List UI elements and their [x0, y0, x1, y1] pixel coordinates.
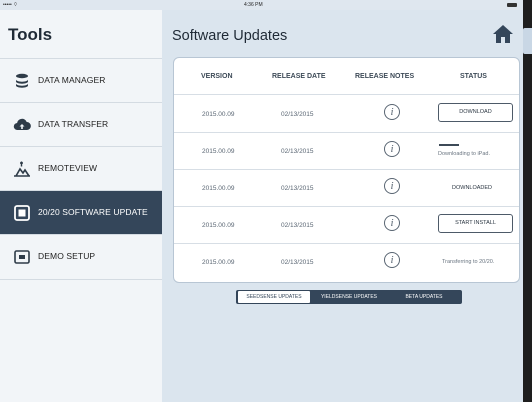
download-progress-bar — [439, 144, 459, 146]
table-row: 2015.00.09 02/13/2015 i DOWNLOAD — [174, 95, 519, 133]
version-cell: 2015.00.09 — [202, 185, 235, 192]
sidebar-item-software-update[interactable]: 20/20 SOFTWARE UPDATE — [0, 190, 162, 235]
sidebar-title: Tools — [8, 25, 53, 44]
sidebar-item-label: DEMO SETUP — [38, 251, 96, 261]
column-header-version: VERSION — [201, 73, 233, 80]
info-icon[interactable]: i — [384, 252, 400, 268]
page-title: Software Updates — [172, 28, 288, 44]
update-type-segmented-control: SEEDSENSE UPDATES YIELDSENSE UPDATES BET… — [236, 290, 462, 304]
segment-seedsense-updates[interactable]: SEEDSENSE UPDATES — [238, 291, 310, 303]
sidebar-item-data-transfer[interactable]: DATA TRANSFER — [0, 102, 162, 147]
database-icon — [13, 72, 31, 90]
side-tab — [523, 28, 532, 54]
table-row: 2015.00.09 02/13/2015 i Downloading to i… — [174, 132, 519, 170]
updates-table: VERSION RELEASE DATE RELEASE NOTES STATU… — [173, 57, 520, 283]
sidebar-item-label: REMOTEVIEW — [38, 163, 98, 173]
column-header-status: STATUS — [460, 73, 487, 80]
table-row: 2015.00.09 02/13/2015 i Transferring to … — [174, 243, 519, 280]
main-panel: Software Updates VERSION RELEASE DATE RE… — [162, 10, 523, 402]
battery-icon — [507, 3, 517, 7]
sidebar-item-label: DATA MANAGER — [38, 75, 106, 85]
status-text: Transferring to 20/20. — [442, 259, 495, 265]
sidebar-item-demo-setup[interactable]: DEMO SETUP — [0, 234, 162, 280]
background-strip — [523, 0, 532, 402]
sidebar-item-label: 20/20 SOFTWARE UPDATE — [38, 207, 148, 217]
column-header-release-notes: RELEASE NOTES — [355, 73, 415, 80]
release-date-cell: 02/13/2015 — [281, 148, 314, 155]
home-button[interactable] — [492, 24, 514, 44]
release-date-cell: 02/13/2015 — [281, 259, 314, 266]
start-install-button[interactable]: START INSTALL — [438, 214, 513, 233]
version-cell: 2015.00.09 — [202, 148, 235, 155]
status-text: DOWNLOADED — [452, 185, 493, 191]
info-icon[interactable]: i — [384, 215, 400, 231]
sidebar-item-label: DATA TRANSFER — [38, 119, 109, 129]
demo-setup-icon — [13, 248, 31, 266]
remote-view-icon — [13, 160, 31, 178]
info-icon[interactable]: i — [384, 104, 400, 120]
column-header-release-date: RELEASE DATE — [272, 73, 326, 80]
app-window: ••••• ⌔ 4:36 PM Tools DATA MANAGER DATA … — [0, 0, 523, 402]
status-bar: ••••• ⌔ 4:36 PM — [0, 0, 523, 10]
release-date-cell: 02/13/2015 — [281, 222, 314, 229]
version-cell: 2015.00.09 — [202, 111, 235, 118]
info-icon[interactable]: i — [384, 141, 400, 157]
software-update-icon — [13, 204, 31, 222]
release-date-cell: 02/13/2015 — [281, 185, 314, 192]
table-row: 2015.00.09 02/13/2015 i START INSTALL — [174, 206, 519, 244]
version-cell: 2015.00.09 — [202, 259, 235, 266]
download-button[interactable]: DOWNLOAD — [438, 103, 513, 122]
sidebar-item-remoteview[interactable]: REMOTEVIEW — [0, 146, 162, 191]
release-date-cell: 02/13/2015 — [281, 111, 314, 118]
signal-indicator: ••••• ⌔ — [3, 2, 18, 8]
status-text: Downloading to iPad. — [438, 151, 490, 157]
version-cell: 2015.00.09 — [202, 222, 235, 229]
table-header: VERSION RELEASE DATE RELEASE NOTES STATU… — [174, 58, 519, 95]
sidebar-item-data-manager[interactable]: DATA MANAGER — [0, 58, 162, 103]
status-time: 4:36 PM — [244, 2, 263, 8]
segment-yieldsense-updates[interactable]: YIELDSENSE UPDATES — [311, 291, 387, 303]
segment-beta-updates[interactable]: BETA UPDATES — [387, 291, 461, 303]
table-row: 2015.00.09 02/13/2015 i DOWNLOADED — [174, 169, 519, 207]
cloud-upload-icon — [13, 116, 31, 134]
info-icon[interactable]: i — [384, 178, 400, 194]
home-icon — [493, 25, 513, 43]
sidebar: Tools DATA MANAGER DATA TRANSFER REMOTEV… — [0, 10, 163, 402]
